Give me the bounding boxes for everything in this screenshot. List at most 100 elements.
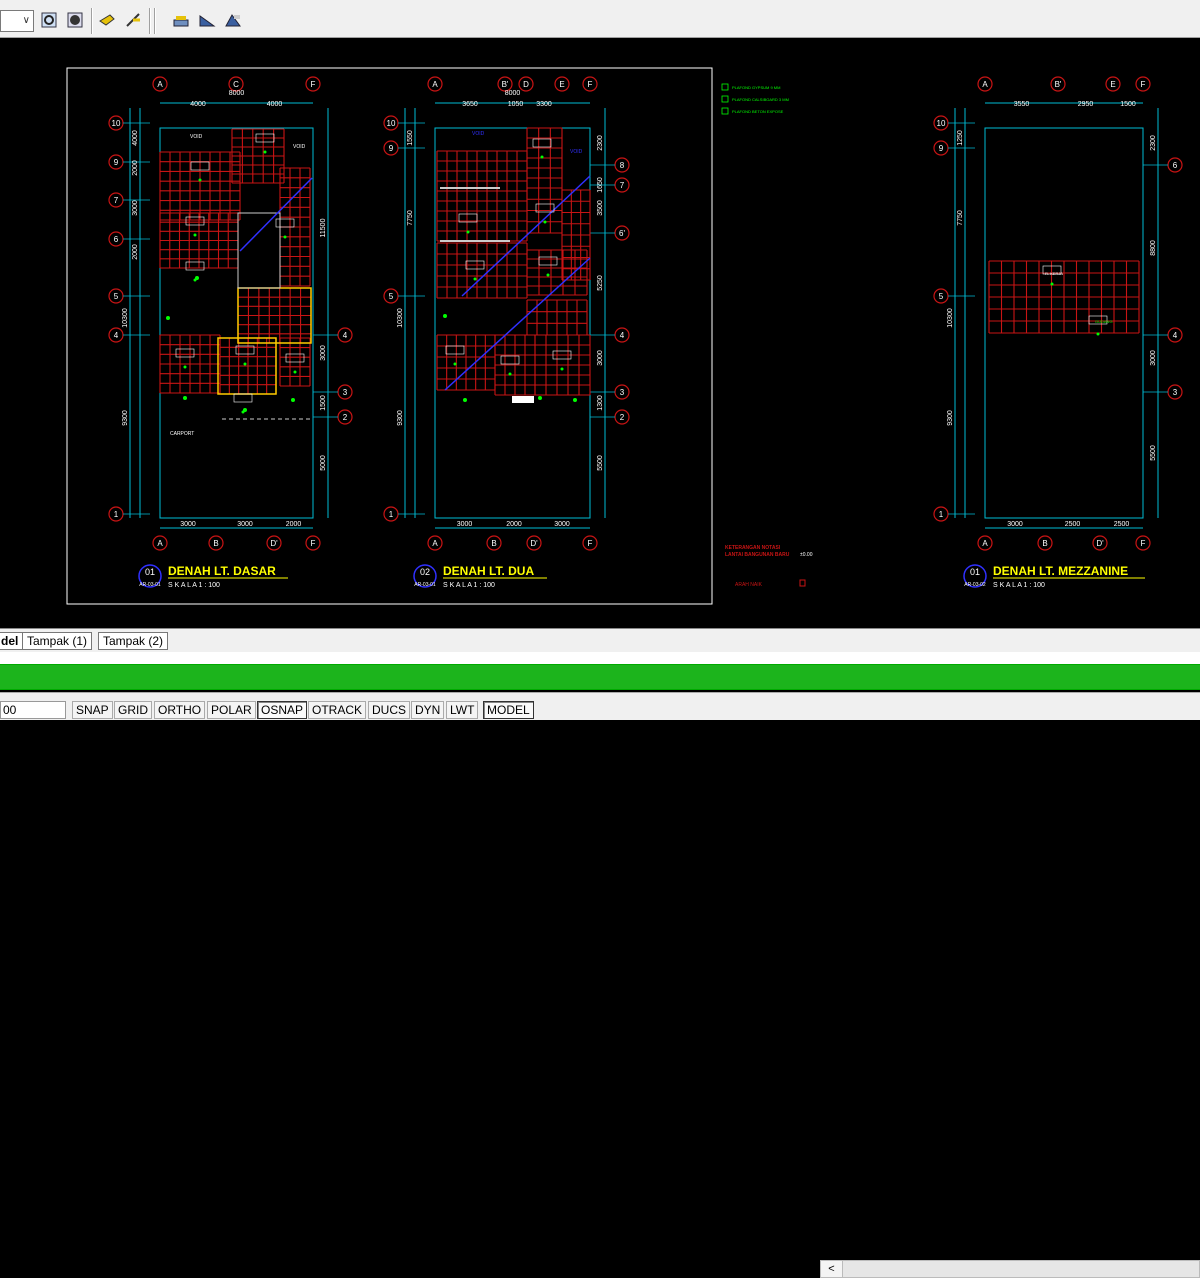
room-marker — [263, 150, 267, 154]
status-grid-toggle[interactable]: GRID — [114, 701, 152, 719]
legend-swatch — [721, 107, 729, 115]
status-ortho-toggle[interactable]: ORTHO — [154, 701, 206, 719]
status-snap-toggle[interactable]: SNAP — [72, 701, 113, 719]
dim-text: 2000 — [506, 521, 522, 528]
room-marker — [453, 362, 457, 366]
scroll-left-button[interactable]: < — [821, 1261, 843, 1277]
room-marker — [546, 273, 550, 277]
status-lwt-toggle[interactable]: LWT — [446, 701, 479, 719]
room-label: GUDANG — [1095, 319, 1113, 324]
status-osnap-toggle[interactable]: OSNAP — [257, 701, 308, 719]
tab-model[interactable]: del — [0, 632, 24, 650]
room-tag — [500, 355, 520, 365]
dim-text: 2500 — [1114, 521, 1130, 528]
door-symbol — [512, 396, 534, 403]
grid-label: 5 — [389, 292, 394, 301]
room-marker — [466, 230, 470, 234]
coordinate-readout: 00 — [0, 701, 66, 719]
ceiling-marker — [573, 398, 577, 402]
grid-label: 6 — [114, 235, 119, 244]
dim-text: 3000 — [457, 521, 473, 528]
dim-text-vertical: 5500 — [1150, 445, 1157, 461]
zoom-extents-icon[interactable] — [64, 9, 86, 31]
status-polar-toggle[interactable]: POLAR — [207, 701, 256, 719]
room-label: R. KERJA — [1045, 271, 1063, 276]
room-outline — [237, 212, 281, 289]
chevron-down-icon: ∨ — [22, 15, 30, 26]
dim-text-vertical: 11500 — [320, 218, 327, 237]
quick-dimension-icon[interactable] — [122, 9, 144, 31]
ceiling-marker — [443, 314, 447, 318]
dim-text-vertical: 3000 — [1150, 350, 1157, 366]
grid-label: 4 — [343, 331, 348, 340]
dim-text: 4000 — [190, 101, 206, 108]
grid-label: A — [982, 539, 988, 548]
layer-dropdown[interactable]: ∨ — [0, 10, 34, 32]
room-marker — [1096, 332, 1100, 336]
room-tag — [532, 138, 552, 148]
dim-text-vertical: 9300 — [122, 410, 129, 426]
ceiling-marker — [243, 408, 247, 412]
block-icon[interactable] — [170, 9, 192, 31]
grid-label: E — [559, 80, 564, 89]
grid-label: F — [311, 80, 316, 89]
dim-text-vertical: 2300 — [597, 135, 604, 151]
grid-label: 4 — [620, 331, 625, 340]
room-marker — [193, 233, 197, 237]
dim-text: 2500 — [1065, 521, 1081, 528]
status-otrack-toggle[interactable]: OTRACK — [308, 701, 367, 719]
model-space-canvas[interactable]: A C F A B D' F 4000 4000 8000 3000 3000 2000 10 9 7 6 5 4 1… — [0, 38, 1200, 628]
room-marker — [508, 372, 512, 376]
dim-text-vertical: 2300 — [1150, 135, 1157, 151]
status-ducs-toggle[interactable]: DUCS — [368, 701, 411, 719]
grid-label: A — [157, 80, 163, 89]
room-tag — [445, 345, 465, 355]
dim-text: 3000 — [554, 521, 570, 528]
tab-tampak-2[interactable]: Tampak (2) — [98, 632, 169, 650]
dim-text-vertical: 9300 — [947, 410, 954, 426]
dim-text-vertical: 3500 — [597, 200, 604, 216]
room-tag — [285, 353, 305, 363]
match-properties-icon[interactable] — [96, 9, 118, 31]
command-line[interactable] — [0, 652, 1200, 664]
ceiling-marker — [538, 396, 542, 400]
command-prompt-bar[interactable] — [0, 664, 1200, 690]
dim-text-vertical: 7750 — [407, 210, 414, 226]
room-marker — [183, 365, 187, 369]
grid-label: 4 — [114, 331, 119, 340]
room-marker — [543, 220, 547, 224]
zoom-window-icon[interactable] — [38, 9, 60, 31]
legend-label: PLAFOND CALSIBOARD 3 MM — [732, 97, 789, 102]
dim-text-vertical: 3000 — [597, 350, 604, 366]
wblock-icon[interactable] — [222, 9, 244, 31]
grid-label: C — [233, 80, 239, 89]
status-dyn-toggle[interactable]: DYN — [411, 701, 445, 719]
title-code: AR-03-01 — [414, 582, 436, 588]
grid-label: F — [588, 539, 593, 548]
dim-text: 3000 — [1007, 521, 1023, 528]
dim-text-vertical: 10300 — [397, 308, 404, 328]
floor-plan-drawing: A C FA B D' F4000 400080003000 3000 200010976541… — [66, 67, 1183, 605]
insert-icon[interactable] — [196, 9, 218, 31]
grid-label: 9 — [939, 144, 944, 153]
dim-text-vertical: 3000 — [320, 345, 327, 361]
legend-swatch — [721, 95, 729, 103]
tab-tampak-1[interactable]: Tampak (1) — [22, 632, 93, 650]
grid-label: 2 — [343, 413, 348, 422]
room-tag — [175, 348, 195, 358]
room-marker — [473, 277, 477, 281]
ceiling-marker — [166, 316, 170, 320]
dim-text-vertical: 1550 — [407, 130, 414, 146]
note-line: ARAH NAIK — [735, 582, 763, 588]
legend-swatch — [721, 83, 729, 91]
dim-text-total: 8000 — [505, 90, 521, 97]
ceiling-marker — [291, 398, 295, 402]
dim-text: 2000 — [286, 521, 302, 528]
grid-label: D' — [530, 539, 538, 548]
horizontal-scrollbar[interactable]: < — [820, 1260, 1200, 1278]
status-model-toggle[interactable]: MODEL — [483, 701, 534, 719]
room-tag — [233, 393, 253, 403]
dim-text-vertical: 3000 — [132, 200, 139, 216]
dim-text: 2950 — [1078, 101, 1094, 108]
note-symbol — [799, 579, 806, 587]
